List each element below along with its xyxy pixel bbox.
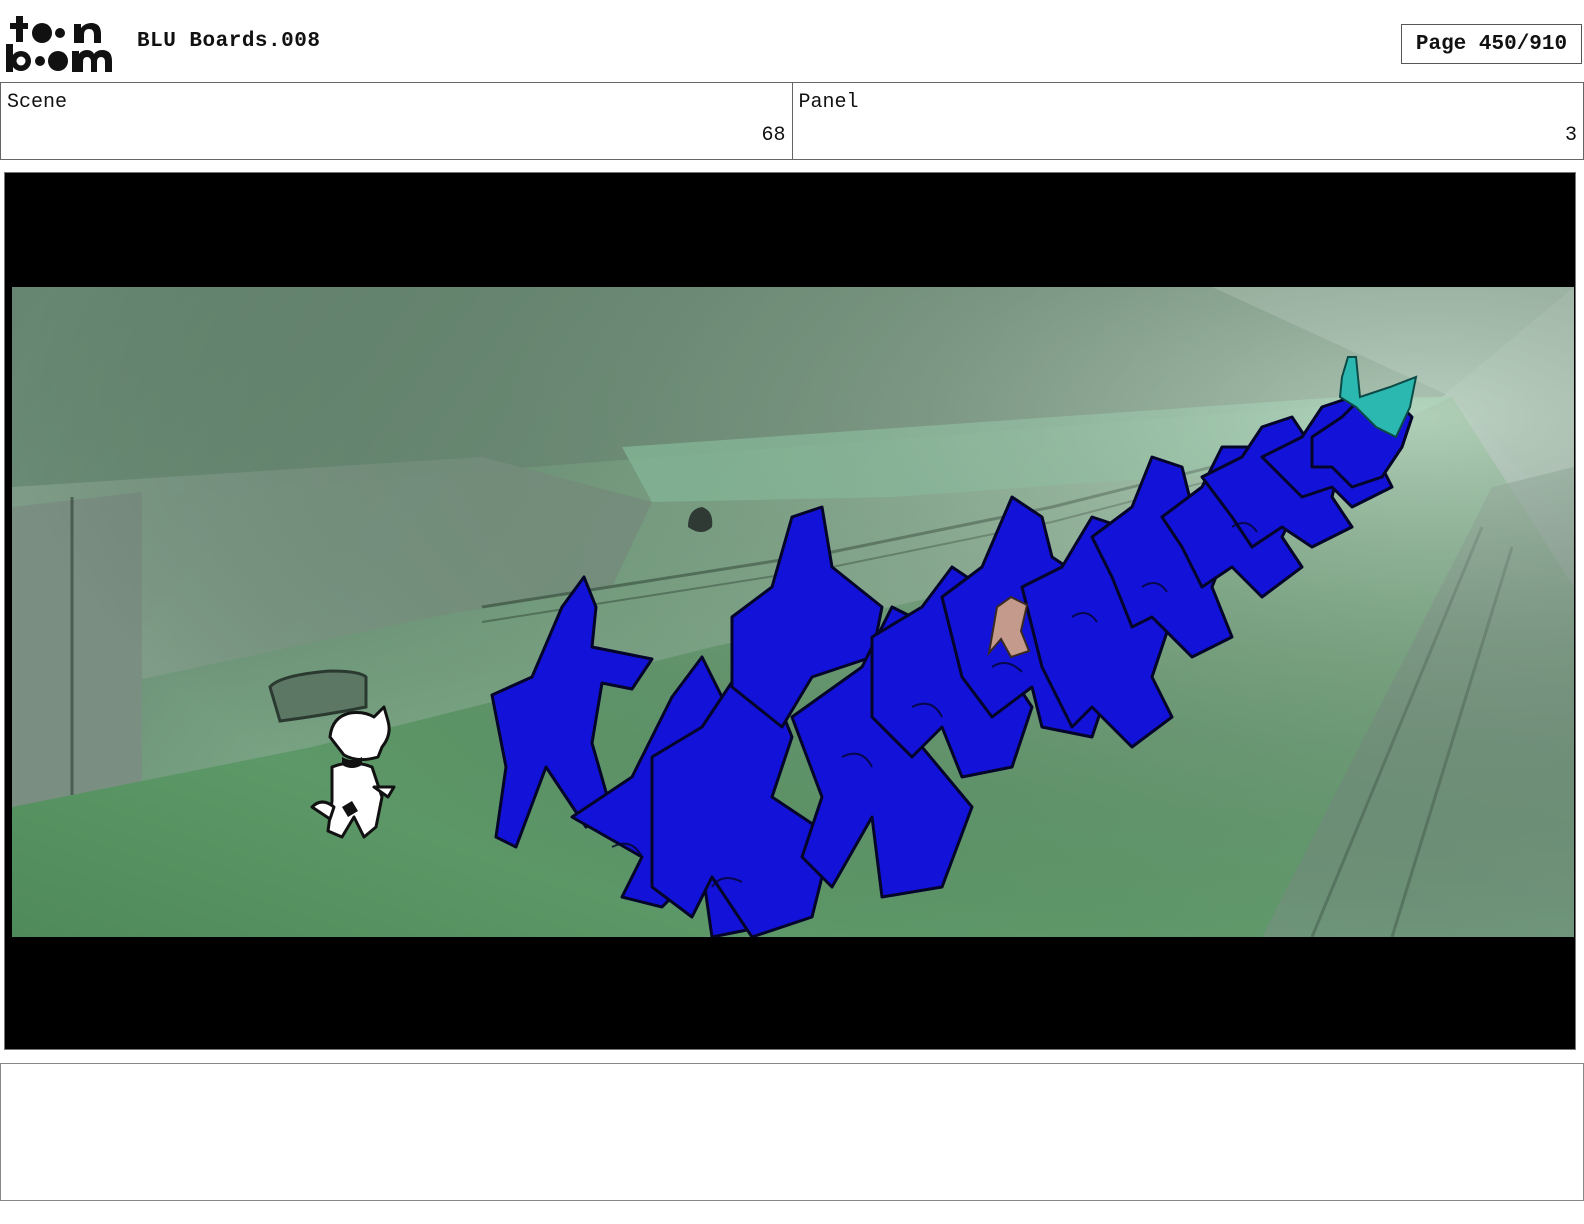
scene-number: 68	[761, 124, 786, 147]
caption-box	[0, 1063, 1584, 1201]
document-title: BLU Boards.008	[137, 30, 321, 53]
toon-boom-logo	[4, 14, 116, 76]
panel-number: 3	[1564, 124, 1577, 147]
panel-cell: Panel 3	[791, 83, 1584, 159]
panel-artwork	[12, 287, 1574, 937]
scene-label: Scene	[7, 91, 68, 114]
storyboard-panel	[4, 172, 1576, 1050]
scene-cell: Scene 68	[1, 83, 792, 159]
panel-label: Panel	[798, 91, 859, 114]
page-indicator: Page 450/910	[1401, 24, 1582, 64]
scene-panel-info: Scene 68 Panel 3	[0, 82, 1584, 160]
